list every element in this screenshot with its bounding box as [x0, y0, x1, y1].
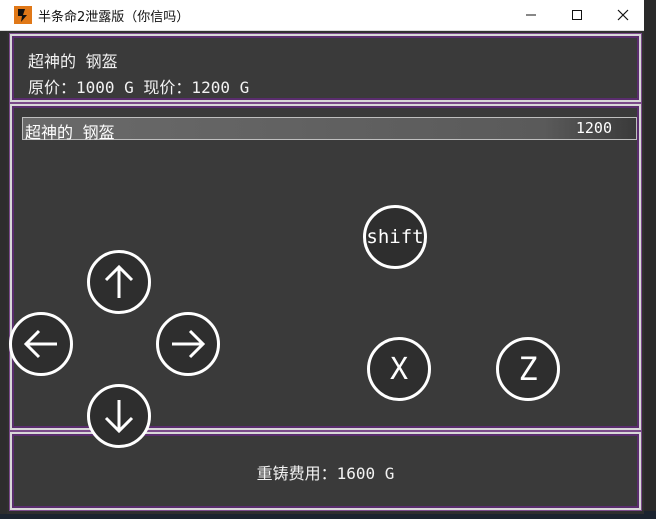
down-button[interactable] [87, 384, 151, 448]
shift-label: shift [366, 226, 424, 248]
close-icon [617, 9, 629, 21]
title-bar[interactable]: 半条命2泄露版（你信吗） [0, 0, 644, 31]
shift-button[interactable]: shift [363, 205, 427, 269]
list-item-name: 超神的 钢盔 [25, 123, 115, 142]
price-line: 原价：1000 G 现价：1200 G [28, 78, 250, 97]
game-window: 半条命2泄露版（你信吗） 超神的 钢盔 原价：1000 G 现价：1200 G … [0, 0, 644, 514]
item-info-panel: 超神的 钢盔 原价：1000 G 现价：1200 G [10, 34, 641, 102]
left-button[interactable] [9, 312, 73, 376]
minimize-icon [526, 14, 536, 16]
right-button[interactable] [156, 312, 220, 376]
z-button[interactable]: Z [496, 337, 560, 401]
game-canvas: 超神的 钢盔 原价：1000 G 现价：1200 G 超神的 钢盔 1200 重… [7, 31, 644, 514]
window-title: 半条命2泄露版（你信吗） [38, 10, 190, 25]
list-item-price: 1200 [575, 119, 612, 137]
z-label: Z [518, 350, 538, 388]
maximize-button[interactable] [554, 0, 600, 30]
up-button[interactable] [87, 250, 151, 314]
x-label: X [389, 351, 409, 387]
arrow-down-icon [104, 400, 134, 434]
list-item[interactable]: 超神的 钢盔 1200 [22, 117, 637, 142]
reforge-cost: 重铸费用：1600 G [256, 464, 395, 483]
app-logo-icon [14, 6, 32, 24]
arrow-up-icon [104, 264, 134, 298]
item-name: 超神的 钢盔 [28, 52, 118, 71]
arrow-right-icon [172, 329, 206, 359]
minimize-button[interactable] [508, 0, 554, 30]
x-button[interactable]: X [367, 337, 431, 401]
maximize-icon [572, 10, 582, 20]
close-button[interactable] [600, 0, 646, 30]
arrow-left-icon [23, 329, 57, 359]
